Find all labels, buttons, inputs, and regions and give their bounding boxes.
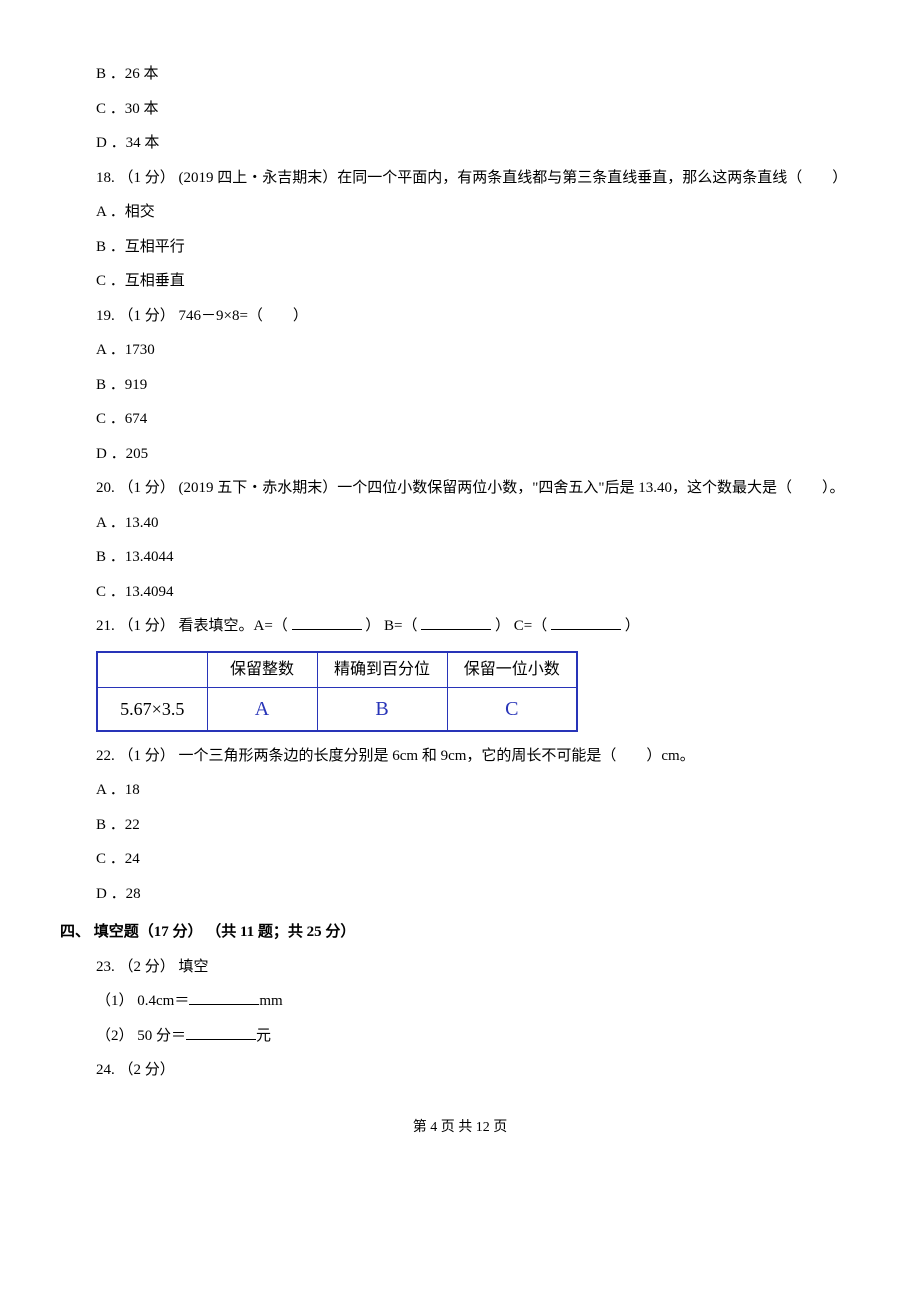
q-prev-option-d: D ．34 本 — [96, 129, 860, 158]
q18-option-a: A ．相交 — [96, 198, 860, 227]
page-footer: 第 4 页 共 12 页 — [60, 1115, 860, 1142]
section-4-heading: 四、 填空题（17 分） （共 11 题；共 25 分） — [60, 918, 860, 947]
table-cell-b: B — [317, 687, 447, 731]
q21-mid-c: ） C=（ — [495, 618, 547, 634]
table-cell-a: A — [207, 687, 317, 731]
q18-option-c: C ．互相垂直 — [96, 267, 860, 296]
table-expr: 5.67×3.5 — [97, 687, 207, 731]
table-header-1: 保留整数 — [207, 652, 317, 688]
q23-part2: （2） 50 分＝ 元 — [96, 1022, 860, 1051]
q19-option-a: A ．1730 — [96, 336, 860, 365]
q18-option-b: B ．互相平行 — [96, 233, 860, 262]
table-row: 5.67×3.5 A B C — [97, 687, 577, 731]
q23-part1-prefix: （1） 0.4cm＝ — [96, 993, 189, 1009]
q21-blank-c[interactable] — [551, 615, 621, 630]
q21-blank-b[interactable] — [421, 615, 491, 630]
q20-option-c: C ．13.4094 — [96, 578, 860, 607]
q20-stem: 20. （1 分） (2019 五下・赤水期末）一个四位小数保留两位小数，"四舍… — [60, 474, 860, 503]
q23-part1: （1） 0.4cm＝ mm — [96, 987, 860, 1016]
q21-mid-b: ） B=（ — [365, 618, 417, 634]
q23-part2-suffix: 元 — [256, 1028, 271, 1044]
q21-stem-suffix: ） — [625, 618, 640, 634]
q22-option-d: D ．28 — [96, 880, 860, 909]
q20-option-a: A ．13.40 — [96, 509, 860, 538]
table-header-3: 保留一位小数 — [447, 652, 577, 688]
q23-stem: 23. （2 分） 填空 — [96, 953, 860, 982]
q-prev-option-c: C ．30 本 — [96, 95, 860, 124]
q19-option-c: C ．674 — [96, 405, 860, 434]
table-cell-c: C — [447, 687, 577, 731]
q23-part1-suffix: mm — [259, 993, 282, 1009]
q23-blank-1[interactable] — [189, 990, 259, 1005]
q21-blank-a[interactable] — [292, 615, 362, 630]
table-header-empty — [97, 652, 207, 688]
q18-stem: 18. （1 分） (2019 四上・永吉期末）在同一个平面内，有两条直线都与第… — [96, 164, 860, 193]
q21-table: 保留整数 精确到百分位 保留一位小数 5.67×3.5 A B C — [96, 651, 860, 732]
q19-option-b: B ．919 — [96, 371, 860, 400]
q22-option-a: A ．18 — [96, 776, 860, 805]
q23-blank-2[interactable] — [186, 1025, 256, 1040]
q19-option-d: D ．205 — [96, 440, 860, 469]
q21-stem-prefix: 21. （1 分） 看表填空。A=（ — [96, 618, 288, 634]
q22-stem: 22. （1 分） 一个三角形两条边的长度分别是 6cm 和 9cm，它的周长不… — [96, 742, 860, 771]
q22-option-c: C ．24 — [96, 845, 860, 874]
q20-option-b: B ．13.4044 — [96, 543, 860, 572]
q21-stem: 21. （1 分） 看表填空。A=（ ） B=（ ） C=（ ） — [96, 612, 860, 641]
q19-stem: 19. （1 分） 746－9×8=（ ） — [96, 302, 860, 331]
q22-option-b: B ．22 — [96, 811, 860, 840]
table-header-2: 精确到百分位 — [317, 652, 447, 688]
q24-stem: 24. （2 分） — [96, 1056, 860, 1085]
q23-part2-prefix: （2） 50 分＝ — [96, 1028, 186, 1044]
q-prev-option-b: B ．26 本 — [96, 60, 860, 89]
table-row: 保留整数 精确到百分位 保留一位小数 — [97, 652, 577, 688]
